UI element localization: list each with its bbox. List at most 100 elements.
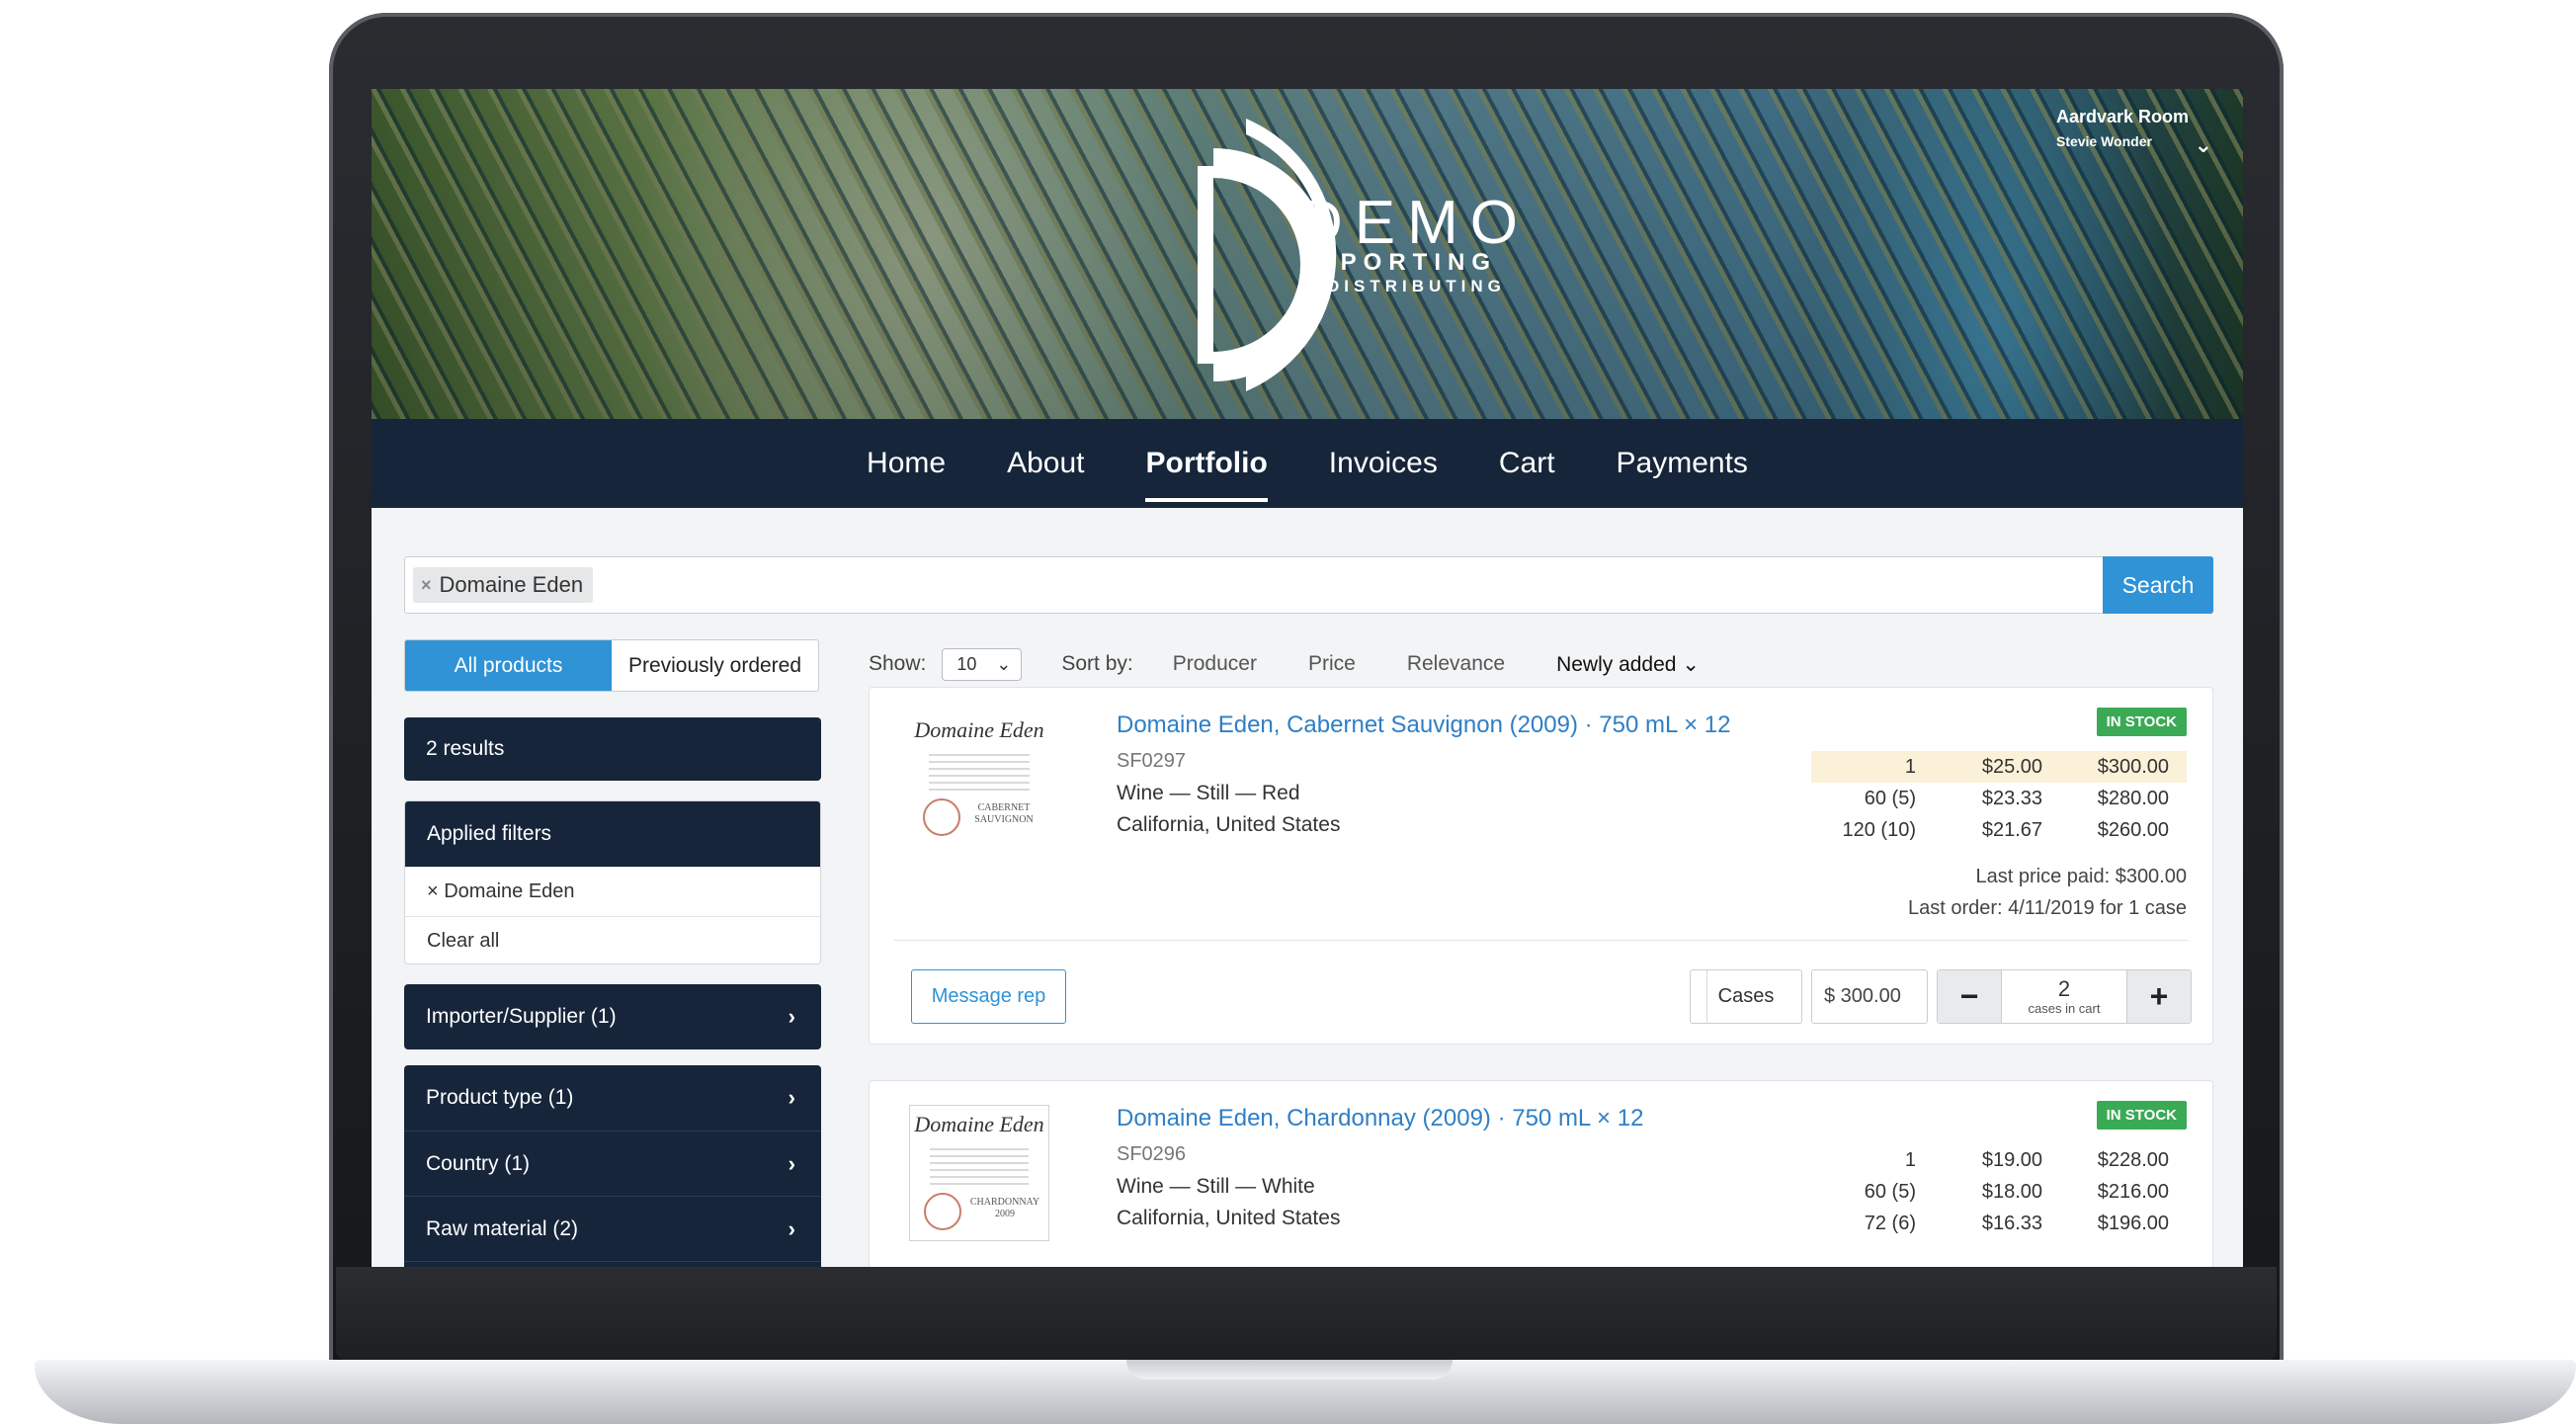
price-field[interactable]: $ 300.00 [1811, 969, 1928, 1024]
facet-raw-material[interactable]: Raw material (2) › [404, 1196, 821, 1261]
chevron-down-icon: ⌄ [1682, 652, 1700, 676]
stock-badge: IN STOCK [2096, 708, 2187, 736]
tier-case-price: $280.00 [2097, 787, 2169, 809]
sort-producer[interactable]: Producer [1173, 652, 1257, 676]
quantity-stepper: − 2 cases in cart + [1937, 969, 2192, 1024]
sort-price[interactable]: Price [1308, 652, 1356, 676]
search-button[interactable]: Search [2103, 556, 2213, 614]
price-tier-row: 1 $25.00 $300.00 [1811, 751, 2187, 783]
nav-about[interactable]: About [976, 419, 1115, 508]
tier-qty: 60 (5) [1864, 1180, 1916, 1203]
laptop-notch [1126, 1360, 1453, 1380]
clear-all-link[interactable]: Clear all [405, 916, 820, 963]
product-origin: California, United States [1117, 813, 1341, 836]
page-size-value: 10 [956, 653, 977, 674]
tier-qty: 120 (10) [1842, 818, 1917, 841]
label-variety: CABERNET SAUVIGNON [974, 802, 1034, 825]
facet-label: Product type (1) [426, 1086, 574, 1109]
tier-unit-price: $19.00 [1981, 1148, 2042, 1171]
tier-qty: 60 (5) [1864, 787, 1916, 809]
tier-unit-price: $21.67 [1981, 818, 2042, 841]
page-size-select[interactable]: 10 ⌄ [942, 647, 1023, 681]
price-tier-row: 60 (5) $18.00 $216.00 [1811, 1176, 2187, 1208]
label-producer: Domaine Eden [914, 1112, 1044, 1136]
account-user: Stevie Wonder [2055, 133, 2152, 149]
product-card: Domaine Eden CABERNET SAUVIGNON Domaine … [869, 687, 2213, 1045]
previously-ordered-button[interactable]: Previously ordered [612, 640, 818, 691]
quantity-field[interactable]: 2 cases in cart [2001, 970, 2127, 1023]
facet-label: Country (1) [426, 1151, 531, 1175]
quantity-value: 2 [2057, 976, 2071, 1001]
sort-relevance[interactable]: Relevance [1407, 652, 1505, 676]
tier-case-price: $260.00 [2097, 818, 2169, 841]
tier-qty: 72 (6) [1864, 1212, 1916, 1234]
label-seal [923, 798, 960, 836]
unit-select[interactable]: Cases [1690, 969, 1802, 1024]
tier-case-price: $216.00 [2097, 1180, 2169, 1203]
chevron-down-icon: ⌄ [996, 653, 1012, 674]
search-input[interactable]: × Domaine Eden Search [404, 556, 2213, 614]
product-title-link[interactable]: Domaine Eden, Cabernet Sauvignon (2009) … [1117, 712, 1731, 739]
product-scope-toggle: All products Previously ordered [404, 639, 819, 692]
chevron-right-icon: › [788, 1085, 795, 1110]
results-toolbar: Show: 10 ⌄ Sort by: Producer Price Relev… [869, 638, 1700, 690]
minus-icon[interactable]: − [1938, 970, 2001, 1023]
brand-subtitle-2: & DISTRIBUTING [1300, 277, 1506, 295]
product-type: Wine — Still — White [1117, 1175, 1315, 1198]
price-tiers: 1 $25.00 $300.00 60 (5) $23.33 $280.00 1… [1811, 751, 2187, 846]
label-seal [924, 1193, 961, 1230]
product-title-link[interactable]: Domaine Eden, Chardonnay (2009) · 750 mL… [1117, 1105, 1643, 1132]
tier-qty: 1 [1904, 755, 1916, 778]
tier-unit-price: $16.33 [1981, 1212, 2042, 1234]
nav-cart[interactable]: Cart [1468, 419, 1586, 508]
stock-badge: IN STOCK [2096, 1101, 2187, 1130]
product-label-image[interactable]: Domaine Eden CABERNET SAUVIGNON [909, 712, 1049, 848]
price-tier-row: 120 (10) $21.67 $260.00 [1811, 814, 2187, 846]
show-label: Show: [869, 652, 927, 675]
label-text-lines [930, 1143, 1029, 1187]
search-chip[interactable]: × Domaine Eden [413, 567, 594, 603]
chevron-right-icon: › [788, 1215, 795, 1241]
chevron-right-icon: › [788, 1004, 795, 1029]
price-tiers: 1 $19.00 $228.00 60 (5) $18.00 $216.00 7… [1811, 1144, 2187, 1239]
account-menu[interactable]: Aardvark Room Stevie Wonder ⌄ [2055, 107, 2212, 157]
tier-unit-price: $23.33 [1981, 787, 2042, 809]
price-tier-row: 1 $19.00 $228.00 [1811, 1144, 2187, 1176]
tier-unit-price: $25.00 [1981, 755, 2042, 778]
nav-portfolio[interactable]: Portfolio [1115, 419, 1297, 508]
product-label-image[interactable]: Domaine Eden CHARDONNAY 2009 [909, 1105, 1049, 1241]
label-text-lines [929, 749, 1030, 793]
search-chip-label: Domaine Eden [439, 572, 584, 597]
applied-filter-chip[interactable]: × Domaine Eden [405, 867, 820, 916]
account-room: Aardvark Room [2055, 107, 2189, 126]
facet-label: Raw material (2) [426, 1216, 579, 1240]
applied-filters-title: Applied filters [405, 801, 820, 867]
laptop-bezel [336, 1267, 2277, 1360]
all-products-button[interactable]: All products [405, 640, 612, 691]
chevron-down-icon[interactable]: ⌄ [2195, 132, 2212, 158]
plus-icon[interactable]: + [2127, 970, 2191, 1023]
sort-newly-added[interactable]: Newly added ⌄ [1556, 652, 1700, 677]
product-sku: SF0297 [1117, 750, 1187, 772]
nav-payments[interactable]: Payments [1586, 419, 1779, 508]
product-origin: California, United States [1117, 1207, 1341, 1229]
tier-case-price: $196.00 [2097, 1212, 2169, 1234]
product-sku: SF0296 [1117, 1143, 1187, 1165]
message-rep-button[interactable]: Message rep [911, 969, 1066, 1024]
sort-label: Sort by: [1061, 652, 1133, 675]
brand-name: DEMO [1298, 189, 1530, 257]
product-type: Wine — Still — Red [1117, 782, 1300, 804]
last-order: Last order: 4/11/2019 for 1 case [1907, 897, 2187, 919]
label-variety: CHARDONNAY 2009 [969, 1197, 1040, 1219]
nav-home[interactable]: Home [836, 419, 976, 508]
price-tier-row: 60 (5) $23.33 $280.00 [1811, 783, 2187, 814]
chevron-right-icon: › [788, 1150, 795, 1176]
tier-qty: 1 [1904, 1148, 1916, 1171]
facet-product-type[interactable]: Product type (1) › [404, 1065, 821, 1131]
quantity-label: cases in cart [2028, 1001, 2101, 1016]
facet-more[interactable] [404, 1261, 821, 1267]
nav-invoices[interactable]: Invoices [1298, 419, 1468, 508]
close-icon[interactable]: × [421, 575, 432, 596]
facet-importer-supplier[interactable]: Importer/Supplier (1) › [404, 984, 821, 1049]
facet-country[interactable]: Country (1) › [404, 1131, 821, 1196]
